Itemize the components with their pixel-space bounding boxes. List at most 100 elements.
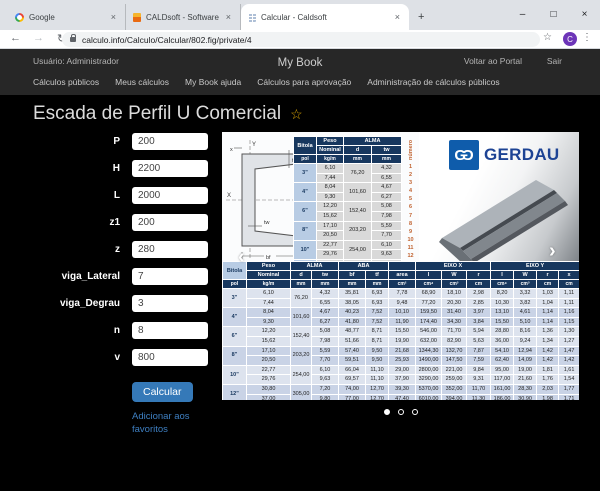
- lock-icon: [70, 37, 76, 42]
- catalog-image: Y X x d tw bf tf BitolaPesoALMANominaldt…: [222, 132, 579, 400]
- numero-value: 7: [404, 212, 417, 220]
- calcular-button[interactable]: Calcular: [132, 382, 193, 402]
- tab-title: Google: [29, 13, 104, 22]
- P-input[interactable]: [132, 133, 208, 150]
- numero-value: 11: [404, 244, 417, 252]
- tab-title: CALDsoft - Software de Planifica: [146, 13, 219, 22]
- table-row: 3"6,1076,204,32: [294, 164, 402, 174]
- window-controls: – □ ×: [507, 0, 600, 28]
- form-row: P: [28, 133, 218, 150]
- tab-caldsoft[interactable]: CALDsoft - Software de Planifica ×: [126, 4, 241, 30]
- tab-calcular-active[interactable]: Calcular - Caldsoft ×: [241, 4, 409, 30]
- close-button[interactable]: ×: [569, 0, 600, 28]
- logout-link[interactable]: Sair: [547, 56, 562, 66]
- numero-value: 12: [404, 252, 417, 260]
- carousel-next-icon[interactable]: ›: [549, 244, 556, 258]
- nav-item-3[interactable]: Cálculos para aprovação: [257, 77, 351, 87]
- table-row: 12"30,80305,007,2074,0012,7039,305370,00…: [223, 384, 580, 394]
- maximize-button[interactable]: □: [538, 0, 569, 28]
- favorite-star-icon[interactable]: ☆: [290, 106, 303, 122]
- tab-title: Calcular - Caldsoft: [261, 13, 388, 22]
- back-button[interactable]: ←: [10, 32, 21, 44]
- table-row: 10"22,77254,006,10: [294, 240, 402, 250]
- portal-link[interactable]: Voltar ao Portal: [464, 56, 522, 66]
- numero-value: 8: [404, 220, 417, 228]
- table-row: 7,446,5538,056,939,4877,2020,302,8510,30…: [223, 298, 580, 308]
- table-row: 29,769,6369,5711,1037,903290,00259,009,3…: [223, 375, 580, 385]
- page-nav: Cálculos públicos Meus cálculos My Book aj…: [33, 77, 500, 87]
- table-row: 3"6,1076,204,3235,816,937,7868,9018,102,…: [223, 289, 580, 299]
- z1-input[interactable]: [132, 214, 208, 231]
- H-label: H: [28, 163, 120, 174]
- browser-menu-icon[interactable]: ⋮: [582, 32, 592, 43]
- tab-close-icon[interactable]: ×: [109, 12, 118, 22]
- form-row: v: [28, 349, 218, 366]
- numero-value: 10: [404, 236, 417, 244]
- site-header: Usuário: Administrador My Book Voltar ao…: [0, 49, 600, 95]
- tab-close-icon[interactable]: ×: [393, 12, 402, 22]
- numero-value: 9: [404, 228, 417, 236]
- svg-text:tw: tw: [264, 220, 270, 226]
- form-row: n: [28, 322, 218, 339]
- form-fields: P H Lz1 z viga_Lateral viga_Degraun v: [28, 133, 218, 366]
- form-row: z: [28, 241, 218, 258]
- numero-value: 2: [404, 171, 417, 179]
- numero-value: 4: [404, 187, 417, 195]
- form-row: viga_Lateral: [28, 268, 218, 285]
- table-row: 4"8,04101,604,6740,237,5210,10159,5031,4…: [223, 308, 580, 318]
- profile-dims-table: BitolaPesoALMANominaldtwpolkg/mmmmm 3"6,…: [293, 136, 402, 279]
- nav-item-0[interactable]: Cálculos públicos: [33, 77, 99, 87]
- tab-close-icon[interactable]: ×: [224, 12, 233, 22]
- L-input[interactable]: [132, 187, 208, 204]
- viga_Degrau-input[interactable]: [132, 295, 208, 312]
- carousel-dot-2[interactable]: [412, 409, 418, 415]
- page-body: Usuário: Administrador My Book Voltar ao…: [0, 49, 600, 491]
- nav-item-4[interactable]: Administração de cálculos públicos: [367, 77, 499, 87]
- form-row: H: [28, 160, 218, 177]
- tab-google[interactable]: Google ×: [8, 4, 126, 30]
- table-row: 8"17,10203,205,5957,409,5021,681344,3013…: [223, 346, 580, 356]
- n-input[interactable]: [132, 322, 208, 339]
- P-label: P: [28, 136, 120, 147]
- nav-item-2[interactable]: My Book ajuda: [185, 77, 241, 87]
- google-favicon: [15, 13, 24, 22]
- z-input[interactable]: [132, 241, 208, 258]
- L-label: L: [28, 190, 120, 201]
- bookmark-star-icon[interactable]: ☆: [543, 32, 552, 43]
- nav-item-1[interactable]: Meus cálculos: [115, 77, 169, 87]
- form-row: z1: [28, 214, 218, 231]
- v-input[interactable]: [132, 349, 208, 366]
- numero-values: 123456789101112: [404, 163, 417, 260]
- profile-dims-head: BitolaPesoALMANominaldtwpolkg/mmmmm: [294, 137, 402, 164]
- H-input[interactable]: [132, 160, 208, 177]
- svg-text:Y: Y: [252, 142, 256, 148]
- viga_Degrau-label: viga_Degrau: [28, 298, 120, 309]
- minimize-button[interactable]: –: [507, 0, 538, 28]
- v-label: v: [28, 352, 120, 363]
- numero-label: número: [408, 137, 414, 163]
- address-bar[interactable]: calculo.info/Calculo/Calcular/802.fig/pr…: [62, 32, 540, 47]
- profile-avatar[interactable]: C: [563, 32, 577, 46]
- svg-text:x: x: [230, 147, 233, 153]
- new-tab-button[interactable]: +: [409, 4, 433, 30]
- page-title: Escada de Perfil U Comercial ☆: [33, 103, 303, 125]
- url-text: calculo.info/Calculo/Calcular/802.fig/pr…: [82, 35, 252, 45]
- add-favorites-link[interactable]: Adicionar aos favoritos: [132, 411, 212, 437]
- calc-title: Escada de Perfil U Comercial: [33, 103, 281, 124]
- table-row: 9,306,2741,807,5211,90174,4034,303,8415,…: [223, 317, 580, 327]
- carousel-dot-1[interactable]: [398, 409, 404, 415]
- carousel-prev-icon[interactable]: ‹: [238, 250, 245, 264]
- browser-titlebar: Google × CALDsoft - Software de Planific…: [0, 0, 600, 30]
- z1-label: z1: [28, 217, 120, 228]
- table-row: 15,627,9851,668,7119,90632,0082,905,6336…: [223, 336, 580, 346]
- profile-properties-head: BitolaPesoALMAABAEIXO XEIXO YNominaldtwb…: [223, 262, 580, 289]
- tab-strip: Google × CALDsoft - Software de Planific…: [8, 4, 433, 30]
- calc-form: P H Lz1 z viga_Lateral viga_Degraun v Calcular…: [28, 133, 218, 437]
- viga_Lateral-input[interactable]: [132, 268, 208, 285]
- gerdau-monogram-icon: GG: [449, 140, 479, 170]
- carousel-dot-0[interactable]: [384, 409, 390, 415]
- n-label: n: [28, 325, 120, 336]
- table-row: 10"22,77254,006,1066,0411,1029,002800,00…: [223, 365, 580, 375]
- browser-window: Google × CALDsoft - Software de Planific…: [0, 0, 600, 491]
- forward-button[interactable]: →: [33, 32, 44, 44]
